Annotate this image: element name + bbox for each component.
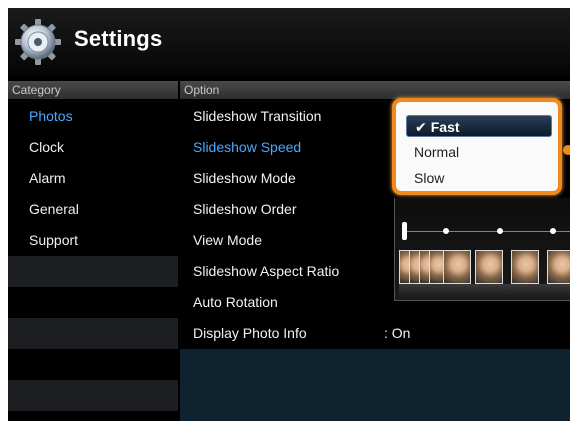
category-item-photos[interactable]: Photos: [8, 101, 178, 132]
option-label: Slideshow Aspect Ratio: [193, 263, 340, 279]
thumbnail-reflection: [399, 284, 570, 298]
photo-thumbnail: [443, 250, 471, 284]
speed-slider-track: [405, 231, 570, 232]
category-list: Photos Clock Alarm General Support: [8, 101, 178, 256]
speed-slider-tick: [550, 228, 556, 234]
gear-disc-icon: [15, 19, 61, 65]
option-label: Slideshow Mode: [193, 170, 296, 186]
page-title: Settings: [74, 26, 163, 51]
dropdown-item-fast[interactable]: ✔ Fast: [406, 115, 552, 137]
check-icon: ✔: [415, 119, 427, 135]
photo-thumbnail: [475, 250, 503, 284]
slideshow-preview: [394, 198, 570, 301]
speed-slider-tick: [443, 228, 449, 234]
speed-slider-tick: [497, 228, 503, 234]
option-label: View Mode: [193, 232, 263, 248]
dropdown-item-label: Fast: [430, 119, 460, 135]
category-item-alarm[interactable]: Alarm: [8, 163, 178, 194]
speed-slider-thumb[interactable]: [402, 222, 407, 240]
option-column-header: Option: [180, 81, 570, 99]
option-value: : On: [384, 325, 411, 341]
speed-dropdown: ✔ Fast Normal Slow: [392, 98, 562, 195]
option-display-photo-info[interactable]: Display Photo Info : On: [180, 318, 570, 349]
photo-thumbnail: [547, 250, 570, 284]
settings-window: Settings Category Option Photos Clock Al…: [8, 8, 570, 421]
category-empty-row: [8, 256, 178, 287]
option-label: Display Photo Info: [193, 325, 307, 341]
option-label: Slideshow Speed: [193, 139, 302, 155]
category-item-support[interactable]: Support: [8, 225, 178, 256]
category-column-header: Category: [8, 81, 178, 99]
option-label: Slideshow Order: [193, 201, 297, 217]
dropdown-item-normal[interactable]: Normal: [406, 141, 552, 163]
category-empty-row: [8, 318, 178, 349]
category-empty-row: [8, 380, 178, 411]
photo-thumbnail-strip: [399, 250, 570, 286]
callout-marker: [563, 145, 570, 155]
option-label: Auto Rotation: [193, 294, 278, 310]
photo-thumbnail: [511, 250, 539, 284]
dropdown-item-slow[interactable]: Slow: [406, 167, 552, 189]
option-label: Slideshow Transition: [193, 108, 322, 124]
option-empty-area: [180, 349, 570, 421]
category-item-clock[interactable]: Clock: [8, 132, 178, 163]
header-bar: Settings: [8, 8, 570, 76]
category-item-general[interactable]: General: [8, 194, 178, 225]
